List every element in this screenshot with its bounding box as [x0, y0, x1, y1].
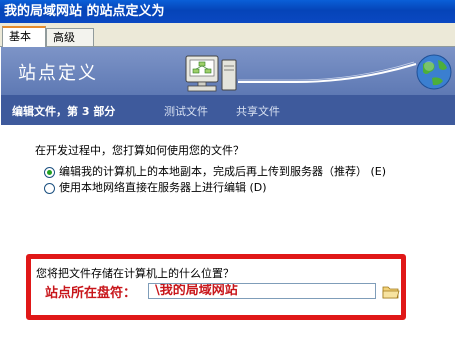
step-current: 编辑文件，第 3 部分 [12, 105, 116, 118]
option-edit-server[interactable]: 使用本地网络直接在服务器上进行编辑 (D) [44, 181, 267, 195]
window-title: 我的局域网站 的站点定义为 [0, 0, 455, 23]
option-edit-server-shortcut: (D) [249, 181, 267, 194]
option-edit-server-label: 使用本地网络直接在服务器上进行编辑 [59, 181, 246, 194]
globe-icon [416, 54, 452, 90]
banner-title: 站点定义 [18, 63, 98, 84]
connection-line [238, 61, 417, 83]
location-question: 您将把文件存储在计算机上的什么位置？ [36, 267, 234, 280]
option-edit-local-shortcut: (E) [370, 165, 387, 178]
step-sharing-files[interactable]: 共享文件 [236, 103, 280, 119]
radio-button-checked[interactable] [44, 166, 55, 178]
folder-icon[interactable] [382, 284, 400, 299]
drive-annotation: 站点所在盘符： [45, 286, 137, 301]
option-edit-local[interactable]: 编辑我的计算机上的本地副本，完成后再上传到服务器（推荐） (E) [44, 165, 386, 179]
radio-button[interactable] [44, 182, 55, 194]
step-testing-files[interactable]: 测试文件 [164, 103, 208, 119]
tab-advanced[interactable]: 高级 [46, 28, 94, 46]
local-folder-input[interactable]: \我的局域网站 [148, 283, 376, 299]
usage-question: 在开发过程中，您打算如何使用您的文件？ [35, 144, 244, 157]
option-edit-local-label: 编辑我的计算机上的本地副本，完成后再上传到服务器（推荐） [59, 165, 367, 178]
step-navigation: 编辑文件，第 3 部分 测试文件 共享文件 [1, 95, 455, 125]
tab-basic[interactable]: 基本 [2, 26, 46, 47]
